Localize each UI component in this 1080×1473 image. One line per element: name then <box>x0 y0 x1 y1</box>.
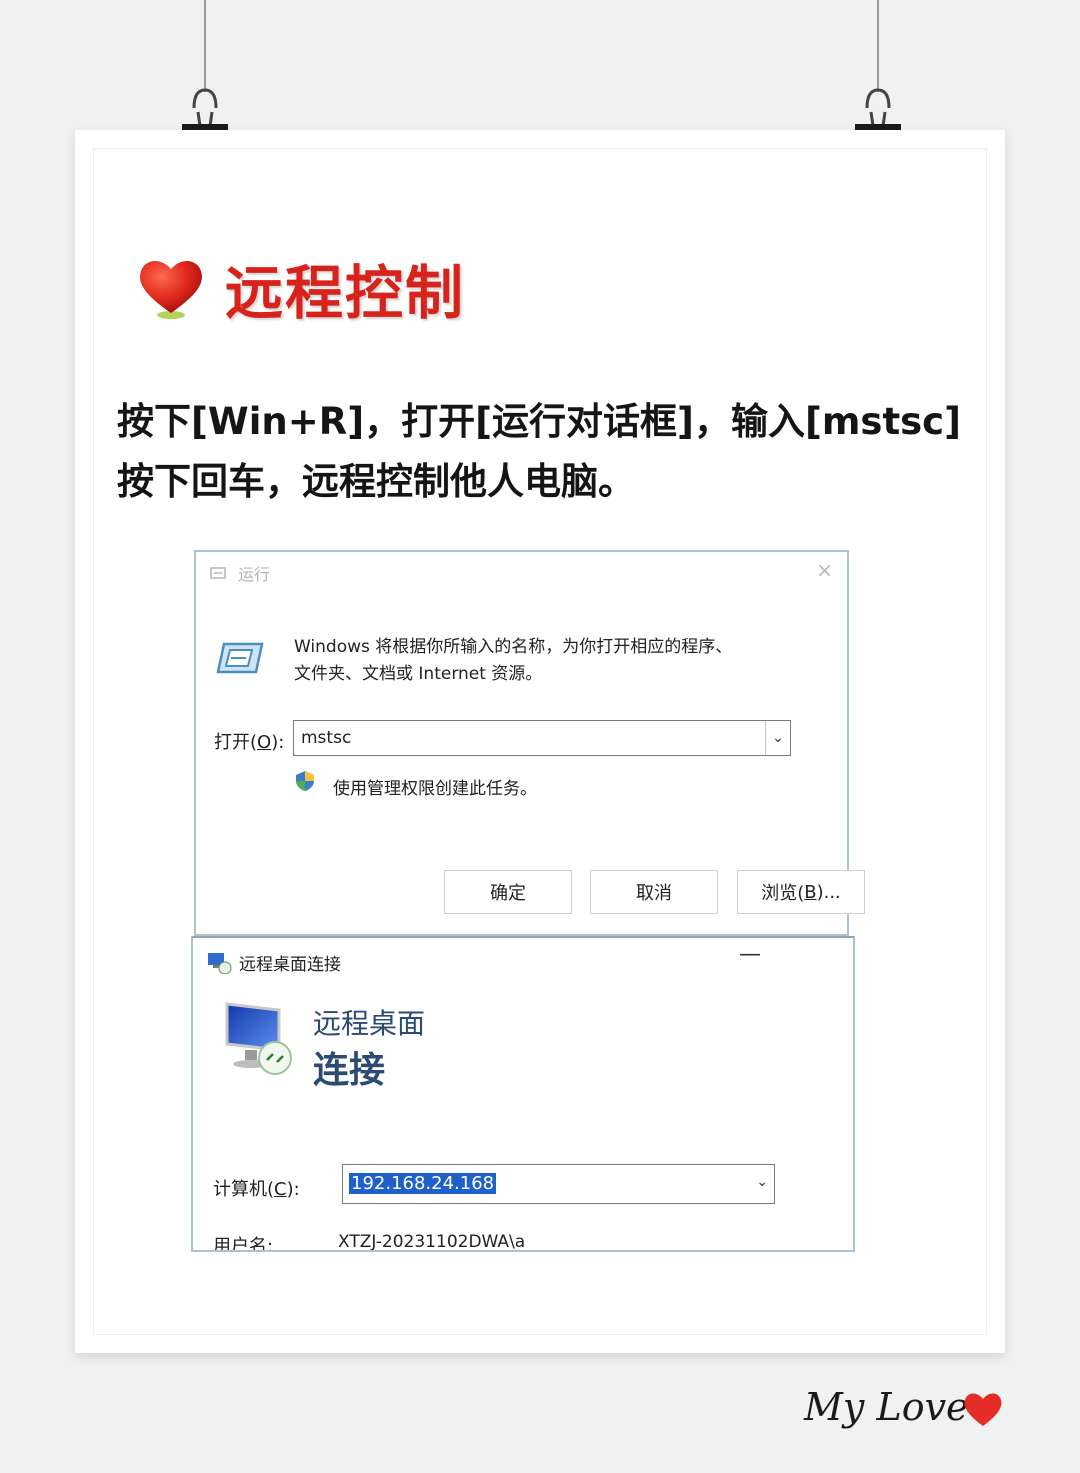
heart-icon <box>964 1393 1002 1426</box>
chevron-down-icon[interactable]: ⌄ <box>756 1174 768 1190</box>
open-label: 打开(O): <box>214 728 284 754</box>
signature-text: My Love <box>804 1385 969 1429</box>
rdp-dialog: 远程桌面连接 — 远程桌面 连接 计算机(C): 192.168.24.168 … <box>191 936 855 1252</box>
username-value: XTZJ-20231102DWA\a <box>338 1232 526 1252</box>
shield-icon <box>296 771 314 791</box>
run-message-line-2: 文件夹、文档或 Internet 资源。 <box>294 664 543 684</box>
rdp-heading-line-1: 远程桌面 <box>313 1007 426 1040</box>
minimize-icon[interactable]: — <box>739 942 761 967</box>
chevron-down-icon[interactable]: ⌄ <box>765 721 790 755</box>
run-window-icon <box>210 567 226 579</box>
username-label: 用户名: <box>213 1236 274 1252</box>
computer-label: 计算机(C): <box>213 1175 300 1201</box>
poster-card: 远程控制 按下[Win+R]，打开[运行对话框]，输入[mstsc] 按下回车，… <box>75 130 1005 1353</box>
rdp-app-icon <box>208 952 232 974</box>
open-combobox[interactable]: mstsc ⌄ <box>293 720 791 756</box>
hanging-wire-left <box>204 0 206 92</box>
computer-label-post: ): <box>286 1179 300 1200</box>
browse-label-key: B <box>804 881 817 903</box>
rdp-heading-line-2: 连接 <box>313 1050 386 1091</box>
instruction-line-1: 按下[Win+R]，打开[运行对话框]，输入[mstsc] <box>117 400 962 443</box>
run-dialog: 运行 × Windows 将根据你所输入的名称，为你打开相应的程序、 文件夹、文… <box>194 550 865 936</box>
browse-button[interactable]: 浏览(B)... <box>737 870 865 914</box>
heart-icon <box>140 260 202 319</box>
open-label-key: O <box>257 732 272 753</box>
instruction-line-2: 按下回车，远程控制他人电脑。 <box>117 460 635 503</box>
page-title: 远程控制 <box>225 259 466 327</box>
run-message: Windows 将根据你所输入的名称，为你打开相应的程序、 文件夹、文档或 In… <box>294 634 732 688</box>
ok-button[interactable]: 确定 <box>444 870 572 914</box>
open-label-post: ): <box>271 732 285 753</box>
browse-label-post: )... <box>816 881 841 903</box>
run-app-icon <box>216 642 264 674</box>
open-input-value[interactable]: mstsc <box>301 728 351 748</box>
run-title: 运行 <box>238 565 271 584</box>
computer-label-pre: 计算机( <box>213 1179 275 1200</box>
cancel-button[interactable]: 取消 <box>590 870 718 914</box>
admin-note: 使用管理权限创建此任务。 <box>333 779 537 799</box>
run-titlebar: 运行 <box>210 561 270 585</box>
rdp-titlebar: 远程桌面连接 <box>207 950 341 975</box>
close-icon[interactable]: × <box>816 558 833 582</box>
browse-label-pre: 浏览( <box>761 883 805 904</box>
section-heading: 远程控制 <box>135 248 465 328</box>
computer-input-value[interactable]: 192.168.24.168 <box>349 1173 497 1194</box>
computer-combobox[interactable]: 192.168.24.168 ⌄ <box>342 1164 775 1204</box>
open-label-pre: 打开( <box>214 732 258 753</box>
instruction-text: 按下[Win+R]，打开[运行对话框]，输入[mstsc] 按下回车，远程控制他… <box>117 392 977 512</box>
hanging-wire-right <box>877 0 879 92</box>
rdp-title: 远程桌面连接 <box>239 955 341 975</box>
monitor-icon <box>225 1002 292 1075</box>
computer-label-key: C <box>274 1179 287 1200</box>
run-message-line-1: Windows 将根据你所输入的名称，为你打开相应的程序、 <box>294 637 733 657</box>
